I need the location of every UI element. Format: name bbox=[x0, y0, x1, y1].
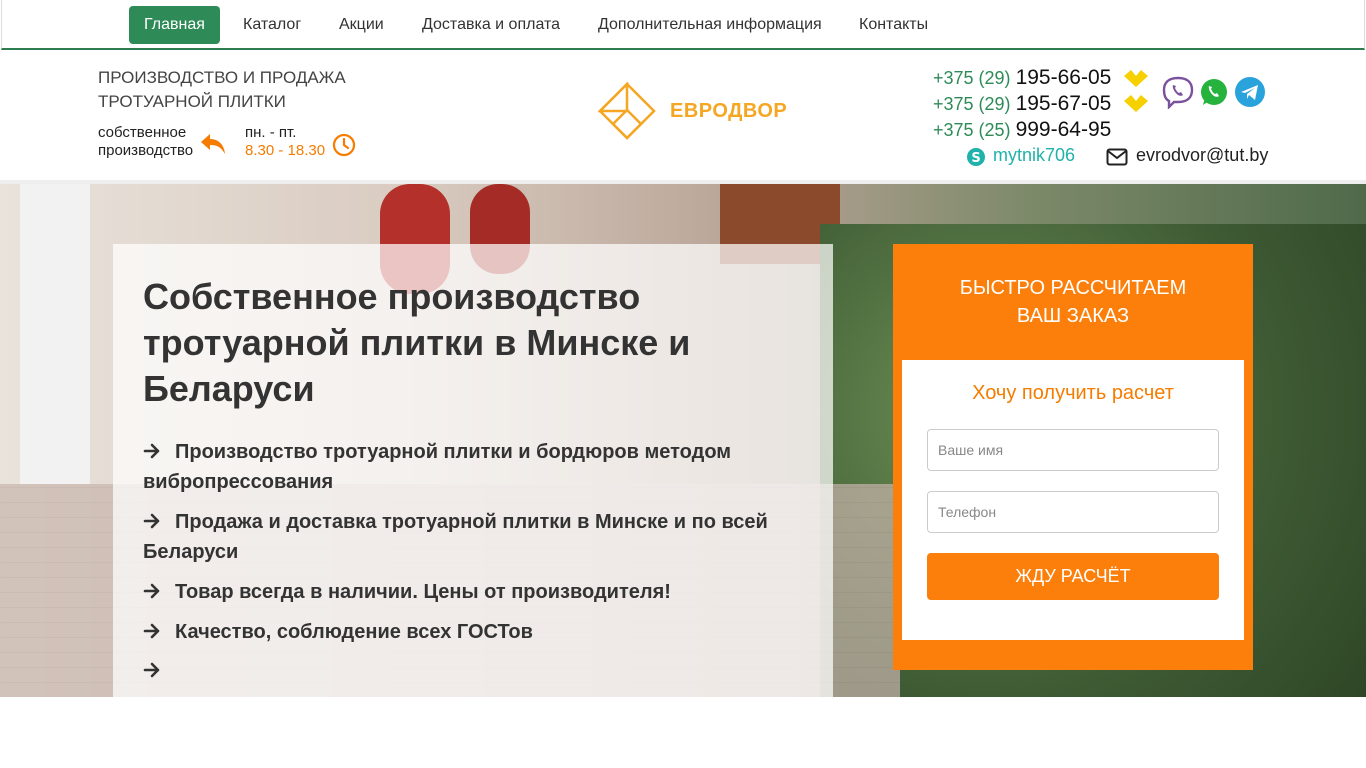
phone-3-code: +375 (25) bbox=[933, 120, 1011, 140]
viber-icon[interactable] bbox=[1161, 75, 1195, 109]
skype-handle[interactable]: mytnik706 bbox=[993, 145, 1075, 166]
envelope-icon bbox=[1106, 148, 1128, 166]
arrow-right-icon bbox=[143, 437, 161, 467]
phone-2-code: +375 (29) bbox=[933, 94, 1011, 114]
clock-icon bbox=[332, 133, 356, 157]
whatsapp-icon[interactable] bbox=[1199, 77, 1229, 107]
phone-1[interactable]: +375 (29) 195-66-05 bbox=[933, 66, 1111, 90]
nav-item-delivery-payment[interactable]: Доставка и оплата bbox=[407, 6, 575, 44]
nav-item-additional-info[interactable]: Дополнительная информация bbox=[583, 6, 837, 44]
quote-form-heading-line-1: БЫСТРО РАССЧИТАЕМ bbox=[959, 277, 1187, 299]
tagline-line-1: ПРОИЗВОДСТВО И ПРОДАЖА bbox=[98, 68, 346, 87]
reply-arrow-icon bbox=[200, 132, 226, 156]
nav-item-contacts[interactable]: Контакты bbox=[844, 6, 943, 44]
hero-bullet-text: Производство тротуарной плитки и бордюро… bbox=[143, 441, 732, 493]
hero-bullet-text: Продажа и доставка тротуарной плитки в М… bbox=[143, 511, 768, 563]
phone-3[interactable]: +375 (25) 999-64-95 bbox=[933, 118, 1111, 142]
work-days: пн. - пт. bbox=[245, 124, 297, 141]
production-line-1: собственное bbox=[98, 124, 187, 141]
hero-bullet: Качество, соблюдение всех ГОСТов bbox=[143, 617, 793, 647]
hero-bullet-text: Качество, соблюдение всех ГОСТов bbox=[175, 621, 533, 643]
phone-2[interactable]: +375 (29) 195-67-05 bbox=[933, 92, 1111, 116]
arrow-right-icon bbox=[143, 656, 161, 686]
arrow-right-icon bbox=[143, 507, 161, 537]
nav-item-home[interactable]: Главная bbox=[129, 6, 220, 44]
email-link[interactable]: evrodvor@tut.by bbox=[1136, 145, 1268, 166]
hero-bullet: Товар всегда в наличии. Цены от производ… bbox=[143, 577, 793, 607]
company-tagline: ПРОИЗВОДСТВО И ПРОДАЖА ТРОТУАРНОЙ ПЛИТКИ bbox=[98, 66, 398, 114]
quote-form-subheading: Хочу получить расчет bbox=[972, 382, 1174, 404]
tagline-line-2: ТРОТУАРНОЙ ПЛИТКИ bbox=[98, 92, 286, 111]
quote-form-heading: БЫСТРО РАССЧИТАЕМ ВАШ ЗАКАЗ bbox=[893, 274, 1253, 330]
hero-bullet: Продажа и доставка тротуарной плитки в М… bbox=[143, 507, 793, 567]
hero-title: Собственное производство тротуарной плит… bbox=[143, 276, 691, 409]
velcom-icon bbox=[1122, 68, 1150, 88]
phone-1-code: +375 (29) bbox=[933, 68, 1011, 88]
telegram-icon[interactable] bbox=[1234, 76, 1266, 108]
hero-bullet-text: Товар всегда в наличии. Цены от производ… bbox=[175, 581, 671, 603]
svg-text:S: S bbox=[971, 151, 980, 166]
production-line-2: производство bbox=[98, 142, 194, 159]
hero-bullet bbox=[143, 656, 793, 686]
nav-item-catalog[interactable]: Каталог bbox=[228, 6, 316, 44]
request-quote-button[interactable]: ЖДУ РАСЧЁТ bbox=[927, 553, 1219, 600]
quote-form-heading-line-2: ВАШ ЗАКАЗ bbox=[1016, 305, 1130, 327]
skype-icon: S bbox=[966, 147, 986, 167]
logo-mark bbox=[598, 82, 656, 140]
nav-item-promotions[interactable]: Акции bbox=[324, 6, 399, 44]
arrow-right-icon bbox=[143, 617, 161, 647]
phone-1-number: 195-66-05 bbox=[1015, 66, 1112, 89]
hero-bullet: Производство тротуарной плитки и бордюро… bbox=[143, 437, 793, 497]
name-input[interactable] bbox=[927, 429, 1219, 471]
phone-3-number: 999-64-95 bbox=[1015, 118, 1112, 141]
arrow-right-icon bbox=[143, 577, 161, 607]
top-navigation: Главная Каталог Акции Доставка и оплата … bbox=[1, 0, 1365, 50]
hero-bg-pillar bbox=[20, 184, 90, 484]
velcom-icon bbox=[1122, 93, 1150, 113]
logo-text[interactable]: ЕВРОДВОР bbox=[670, 100, 787, 123]
production-note: собственное производство bbox=[98, 124, 193, 160]
work-hours: 8.30 - 18.30 bbox=[245, 142, 326, 159]
phone-input[interactable] bbox=[927, 491, 1219, 533]
phone-2-number: 195-67-05 bbox=[1015, 92, 1112, 115]
